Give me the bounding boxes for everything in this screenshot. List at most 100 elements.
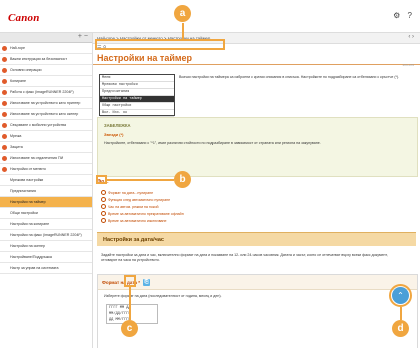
sidebar-item-label: Настройки на скенер [10,244,45,248]
callout-b-line [107,179,174,181]
sidebar-item-label: Настройки на копиране [10,222,50,226]
sidebar-item[interactable]: Настр за управ на системата [0,263,92,274]
callout-d-line [400,307,402,320]
sidebar-item-label: Настройки на факс (imageRUNNER 2204F) [10,233,82,237]
page-nav-arrows[interactable]: ‹ › [408,34,414,40]
expand-icon[interactable] [2,122,7,128]
expand-icon[interactable] [2,89,7,95]
expand-icon[interactable] [2,78,7,84]
main-content: Най-горе > Настройки от менюто > Настрой… [93,33,420,348]
page-number: 1ХХ-076 [402,63,414,67]
expand-icon[interactable] [2,155,7,161]
sidebar-item[interactable]: Работа с факс (imageRUNNER 2204F) [0,87,92,98]
callout-a-line [182,23,184,40]
expand-icon[interactable] [2,56,7,62]
page-title: Настройки на таймер [93,53,420,65]
setting-link[interactable]: Час на автом. режим на покой [101,203,301,210]
lcd-row: Вкл. Изх. ок [100,110,174,117]
sidebar-item[interactable]: Настройки на копиране [0,219,92,230]
callout-d: d [392,320,409,337]
sidebar-item-label: Използване на отдалечения ПИ [10,156,64,160]
sidebar-item[interactable]: Мрежа [0,131,92,142]
expand-icon[interactable] [2,45,7,51]
sidebar-item[interactable]: Настройки на таймер [0,197,92,208]
sidebar-item[interactable]: Използване на устройството като скенер [0,109,92,120]
sidebar-item-label: Използване на устройството като принтер [10,101,81,105]
callout-c-line [129,287,131,320]
sidebar-toolbar: + − [0,33,92,43]
sidebar-item-label: Копиране [10,79,27,83]
expand-icon[interactable] [2,67,7,73]
sidebar-item[interactable]: Защита [0,142,92,153]
sidebar-item-label: Настройки на таймер [10,200,46,204]
sidebar-item-label: Използване на устройството като скенер [10,112,79,116]
note-title: ЗАБЕЛЕЖКА [104,123,131,128]
section-text: Задайте настройки за дата и час, включит… [101,253,388,262]
sidebar-item-label: Мрежа [10,134,22,138]
breadcrumb-highlight [95,39,225,50]
sidebar-item[interactable]: Важни инструкции за безопасност [0,54,92,65]
sidebar-item[interactable]: Настройки на факс (imageRUNNER 2204F) [0,230,92,241]
setting-link[interactable]: Време за автоматично изключване [101,217,301,224]
sidebar-item-label: Свързване с мобилни устройства [10,123,67,127]
expand-icon[interactable] [2,111,7,117]
sidebar-item[interactable]: Общи настройки [0,208,92,219]
sidebar-item[interactable]: Настройки от менюто [0,164,92,175]
sidebar-item-label: Настр за управ на системата [10,266,59,270]
date-format-box: Формат на дата * ⎘ Изберете формат на да… [97,274,418,348]
callout-a: a [174,5,191,22]
sidebar-item-label: Настройване/Поддръжка [10,255,52,259]
sidebar-item-label: Настройки от менюто [10,167,46,171]
setting-link[interactable]: Време за автоматично прекратяване офлайн [101,210,301,217]
sidebar-item[interactable]: Най-горе [0,43,92,54]
note-box: ЗАБЕЛЕЖКА Звезди (*) Настройките, отбеля… [97,117,418,177]
date-format-text: Изберете формат на дата (последователнос… [104,294,222,298]
sidebar-item-label: Работа с факс (imageRUNNER 2204F) [10,90,74,94]
setting-badge-icon[interactable]: ⎘ [143,278,151,286]
lcd-row: Предпочитания [100,89,174,96]
lcd-menu-screenshot: Меню Мрежови настройки Предпочитания Настро… [99,74,175,117]
sidebar-item[interactable]: Свързване с мобилни устройства [0,120,92,131]
setting-link[interactable]: Формат на дата...нулиране [101,189,301,196]
sidebar: + − Най-горе Важни инструкции за безопасн… [0,33,93,348]
scroll-highlight [389,284,412,307]
expand-icon[interactable] [2,166,7,172]
sidebar-item[interactable]: Използване на отдалечения ПИ [0,153,92,164]
lcd-row: Общи настройки [100,103,174,110]
sidebar-item[interactable]: Мрежови настройки [0,175,92,186]
sidebar-item[interactable]: Основни операции [0,65,92,76]
sidebar-item-label: Основни операции [10,68,42,72]
gear-icon[interactable]: ⚙ [393,11,400,20]
sidebar-item-label: Важни инструкции за безопасност [10,57,67,61]
help-icon[interactable]: ? [408,11,412,20]
sidebar-item-label: Предпочитания [10,189,36,193]
intro-text: Всички настройки на таймера са изброени … [179,75,400,79]
callout-c: c [121,320,138,337]
expand-collapse-controls[interactable]: + − [78,33,88,40]
sidebar-item[interactable]: Копиране [0,76,92,87]
link-highlight [96,175,107,184]
sidebar-item-label: Защита [10,145,23,149]
sidebar-item-label: Най-горе [10,46,26,50]
section-title: Настройки за дата/час [97,232,416,246]
expand-icon[interactable] [2,144,7,150]
sidebar-item-label: Общи настройки [10,211,38,215]
sidebar-item-label: Мрежови настройки [10,178,44,182]
lcd-row: Мрежови настройки [100,82,174,89]
sidebar-item[interactable]: Използване на устройството като принтер [0,98,92,109]
canon-logo: Canon [8,12,40,24]
lcd-row: Настройки на таймер [100,96,174,103]
lcd-row: Меню [100,75,174,82]
date-format-header[interactable]: Формат на дата * ⎘ [98,275,417,290]
note-text: Настройките, отбелязани с "*1", имат раз… [104,141,321,145]
expand-icon[interactable] [2,133,7,139]
note-subtitle: Звезди (*) [104,132,124,137]
sidebar-item[interactable]: Предпочитания [0,186,92,197]
sidebar-item[interactable]: Настройване/Поддръжка [0,252,92,263]
badge-highlight [124,275,136,287]
sidebar-item[interactable]: Настройки на скенер [0,241,92,252]
app-header: Canon ⚙ ? [0,0,420,33]
setting-link[interactable]: Функция след автоматично нулиране [101,196,301,203]
callout-b: b [174,171,191,188]
expand-icon[interactable] [2,100,7,106]
